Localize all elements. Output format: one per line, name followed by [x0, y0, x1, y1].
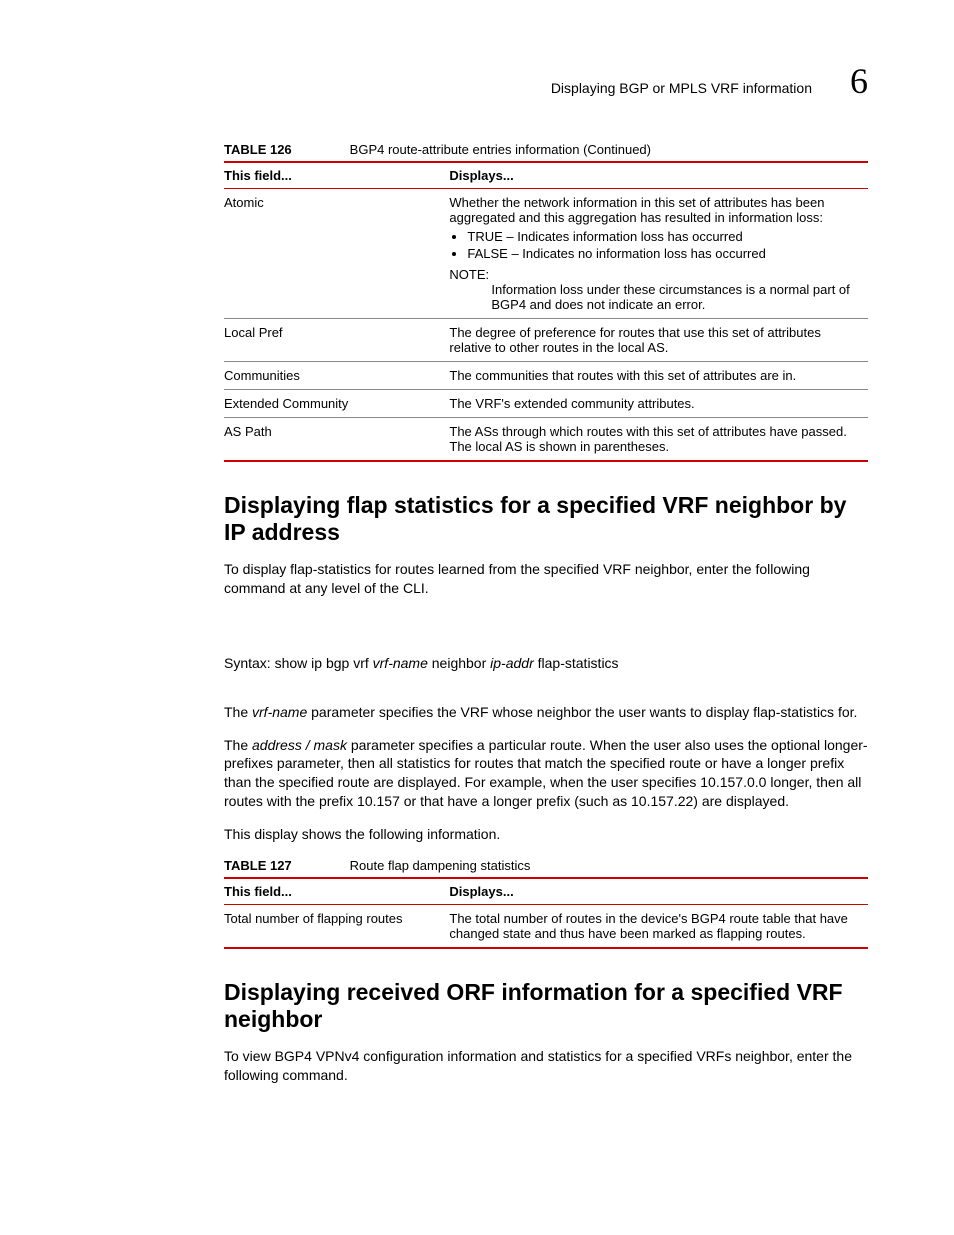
page: Displaying BGP or MPLS VRF information 6…	[0, 0, 954, 1235]
table-row: Communities The communities that routes …	[224, 362, 868, 390]
syntax-text: neighbor	[428, 655, 490, 671]
table-126-title: BGP4 route-attribute entries information…	[350, 142, 651, 157]
syntax-line: Syntax: show ip bgp vrf vrf-name neighbo…	[224, 654, 868, 673]
note-text: Information loss under these circumstanc…	[449, 282, 862, 312]
running-header: Displaying BGP or MPLS VRF information 6	[224, 60, 868, 102]
paragraph: The address / mask parameter specifies a…	[224, 736, 868, 812]
chapter-number: 6	[850, 60, 868, 102]
atomic-list: TRUE – Indicates information loss has oc…	[467, 229, 862, 261]
running-header-text: Displaying BGP or MPLS VRF information	[551, 80, 812, 96]
table-127-caption: TABLE 127 Route flap dampening statistics	[224, 858, 868, 873]
section-heading-orf: Displaying received ORF information for …	[224, 979, 868, 1033]
paragraph: To display flap-statistics for routes le…	[224, 560, 868, 598]
paragraph: This display shows the following informa…	[224, 825, 868, 844]
syntax-text: flap-statistics	[534, 655, 619, 671]
table-row: Atomic Whether the network information i…	[224, 189, 868, 319]
atomic-intro: Whether the network information in this …	[449, 195, 862, 225]
param-name: address / mask	[252, 737, 347, 753]
table-row: Local Pref The degree of preference for …	[224, 319, 868, 362]
field-desc: Whether the network information in this …	[449, 189, 868, 319]
list-item: TRUE – Indicates information loss has oc…	[467, 229, 862, 244]
field-name: Extended Community	[224, 390, 449, 418]
field-desc: The VRF's extended community attributes.	[449, 390, 868, 418]
syntax-text: show ip bgp vrf	[271, 655, 373, 671]
atomic-note: NOTE: Information loss under these circu…	[449, 267, 862, 312]
paragraph: The vrf-name parameter specifies the VRF…	[224, 703, 868, 722]
field-desc: The total number of routes in the device…	[449, 905, 868, 949]
note-label: NOTE:	[449, 267, 489, 282]
table-127-head-field: This field...	[224, 878, 449, 905]
field-name: AS Path	[224, 418, 449, 462]
field-desc: The degree of preference for routes that…	[449, 319, 868, 362]
table-127-title: Route flap dampening statistics	[350, 858, 531, 873]
table-126-label: TABLE 126	[224, 142, 292, 157]
table-126-head-displays: Displays...	[449, 162, 868, 189]
field-desc: The communities that routes with this se…	[449, 362, 868, 390]
field-name: Local Pref	[224, 319, 449, 362]
field-desc: The ASs through which routes with this s…	[449, 418, 868, 462]
syntax-var: vrf-name	[373, 655, 428, 671]
field-name: Total number of flapping routes	[224, 905, 449, 949]
table-row: AS Path The ASs through which routes wit…	[224, 418, 868, 462]
table-row: Extended Community The VRF's extended co…	[224, 390, 868, 418]
field-name: Atomic	[224, 189, 449, 319]
table-126: This field... Displays... Atomic Whether…	[224, 161, 868, 462]
table-127: This field... Displays... Total number o…	[224, 877, 868, 949]
syntax-var: ip-addr	[490, 655, 534, 671]
field-name: Communities	[224, 362, 449, 390]
param-name: vrf-name	[252, 704, 307, 720]
paragraph: To view BGP4 VPNv4 configuration informa…	[224, 1047, 868, 1085]
table-127-head-displays: Displays...	[449, 878, 868, 905]
table-126-caption: TABLE 126 BGP4 route-attribute entries in…	[224, 142, 868, 157]
syntax-label: Syntax:	[224, 655, 271, 671]
table-row: Total number of flapping routes The tota…	[224, 905, 868, 949]
table-126-head-field: This field...	[224, 162, 449, 189]
list-item: FALSE – Indicates no information loss ha…	[467, 246, 862, 261]
table-127-label: TABLE 127	[224, 858, 292, 873]
section-heading-flap: Displaying flap statistics for a specifi…	[224, 492, 868, 546]
